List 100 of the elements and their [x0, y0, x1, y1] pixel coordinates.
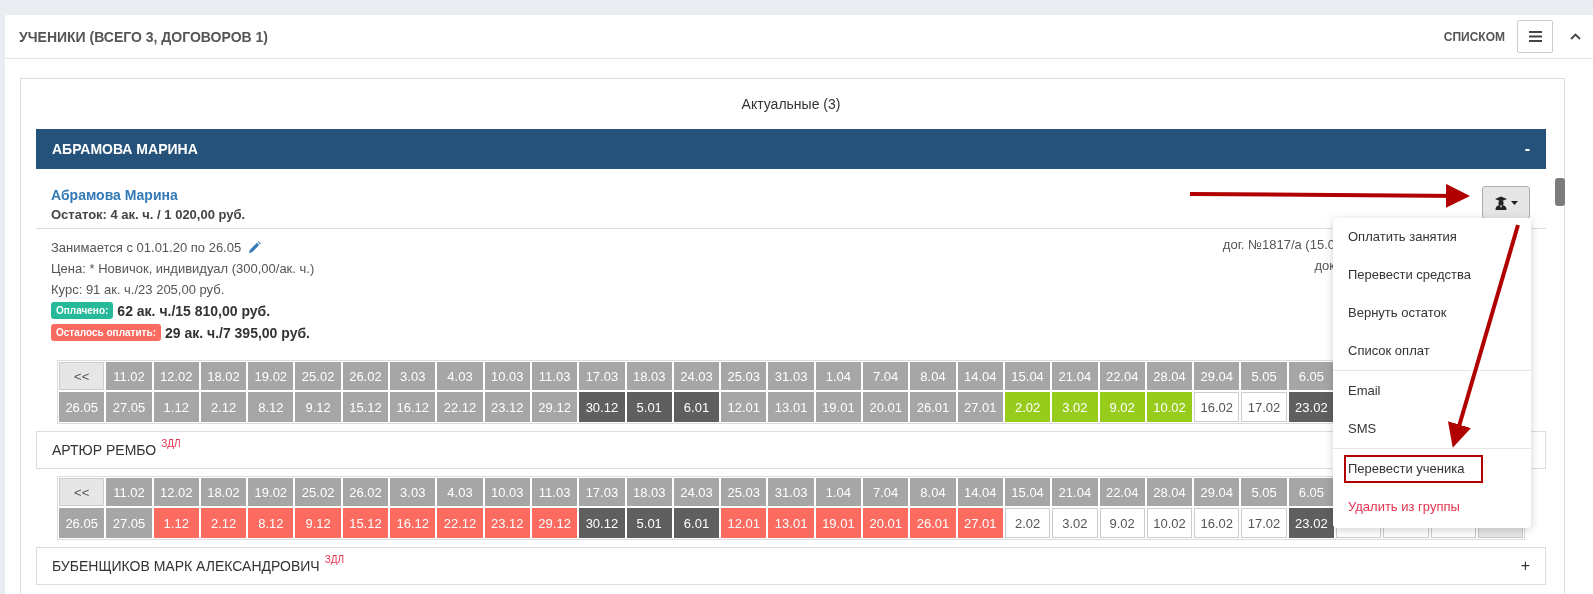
date-cell: 28.04: [1146, 478, 1193, 506]
date-cell: 12.02: [153, 478, 199, 506]
date-cell: 21.04: [1052, 362, 1098, 390]
payment-amount: 62 ак. ч./15 810,00 руб.: [117, 302, 271, 319]
date-cell: 18.03: [626, 362, 672, 390]
date-cell: 3.02: [1052, 392, 1098, 422]
date-cell: 31.03: [768, 478, 814, 506]
date-cell: 29.12: [531, 508, 578, 538]
date-cell: 20.01: [863, 392, 909, 422]
detail-text: Занимается с 01.01.20 по 26.05: [51, 240, 242, 255]
date-cell: 3.02: [1052, 508, 1098, 538]
date-cell: 7.04: [863, 362, 909, 390]
date-cell: 5.01: [626, 508, 672, 538]
date-cell: 23.12: [484, 392, 530, 422]
date-cell: 27.05: [106, 392, 152, 422]
date-cell: 10.02: [1146, 392, 1193, 422]
date-cell: 17.02: [1241, 508, 1287, 538]
date-cell: 9.02: [1099, 392, 1145, 422]
date-cell: 21.04: [1052, 478, 1098, 506]
toggle-icon[interactable]: +: [1520, 557, 1530, 575]
date-cell: 4.03: [437, 478, 483, 506]
date-cell: 16.02: [1194, 392, 1240, 422]
view-mode-label: СПИСКОМ: [1443, 29, 1505, 44]
date-cell: 10.03: [484, 478, 530, 506]
date-cell: 27.01: [957, 392, 1003, 422]
date-cell: 31.03: [768, 362, 814, 390]
date-cell: 11.03: [531, 362, 578, 390]
date-cell: 23.02: [1288, 392, 1334, 422]
date-cell: 23.12: [484, 508, 530, 538]
date-cell: 19.02: [248, 362, 294, 390]
date-cell: 29.04: [1194, 478, 1240, 506]
student-link[interactable]: Абрамова Марина: [51, 187, 246, 203]
date-cell: 15.12: [342, 392, 389, 422]
date-cell: 11.03: [531, 478, 578, 506]
date-cell: 6.05: [1288, 478, 1334, 506]
menu-item[interactable]: Список оплат: [1333, 332, 1531, 370]
detail-text: Цена: * Новичок, индивидуал (300,00/ак. ч.): [51, 261, 315, 276]
student-header[interactable]: БУБЕНЩИКОВ МАРК АЛЕКСАНДРОВИЧ ЗДЛ +: [36, 547, 1546, 585]
date-cell: 28.04: [1146, 362, 1193, 390]
date-cell: 30.12: [579, 508, 625, 538]
date-cell: 14.04: [957, 362, 1003, 390]
balance-text: Остаток: 4 ак. ч. / 1 020,00 руб.: [51, 207, 246, 222]
date-cell: 22.12: [437, 508, 483, 538]
date-cell: 17.02: [1241, 392, 1287, 422]
nav-button[interactable]: <<: [59, 362, 105, 390]
date-cell: 6.05: [1288, 362, 1334, 390]
date-cell: 3.03: [390, 362, 436, 390]
student-name: АБРАМОВА МАРИНА: [52, 141, 198, 157]
date-cell: 2.12: [200, 508, 247, 538]
student-header[interactable]: АБРАМОВА МАРИНА -: [36, 129, 1546, 169]
date-cell: 9.02: [1099, 508, 1145, 538]
nav-button[interactable]: <<: [59, 478, 105, 506]
group-title: Актуальные (3): [740, 95, 842, 114]
date-cell: 24.03: [673, 478, 720, 506]
date-cell: 13.01: [768, 392, 814, 422]
date-cell: 3.03: [390, 478, 436, 506]
date-cell: 8.12: [248, 508, 294, 538]
date-cell: 25.02: [295, 478, 341, 506]
date-cell: 25.02: [295, 362, 341, 390]
menu-item[interactable]: Оплатить занятия: [1333, 218, 1531, 256]
date-cell: 23.02: [1288, 508, 1334, 538]
date-cell: 1.12: [153, 508, 199, 538]
date-cell: 18.02: [200, 362, 247, 390]
date-cell: 19.01: [815, 508, 862, 538]
menu-item[interactable]: Перевести средства: [1333, 256, 1531, 294]
date-cell: 9.12: [295, 508, 341, 538]
date-cell: 9.12: [295, 392, 341, 422]
date-cell: 22.04: [1099, 362, 1145, 390]
date-cell: 11.02: [106, 478, 152, 506]
menu-item[interactable]: Email: [1333, 372, 1531, 410]
date-cell: 25.03: [721, 362, 767, 390]
date-cell: 7.04: [863, 478, 909, 506]
date-cell: 27.01: [957, 508, 1003, 538]
status-badge: Осталось оплатить:: [51, 324, 161, 341]
date-cell: 5.01: [626, 392, 672, 422]
menu-item[interactable]: Удалить из группы: [1333, 488, 1531, 526]
date-cell: 1.04: [815, 478, 862, 506]
date-cell: 29.12: [531, 392, 578, 422]
date-cell: 12.01: [721, 392, 767, 422]
date-cell: 30.12: [579, 392, 625, 422]
date-cell: 12.01: [721, 508, 767, 538]
date-cell: 29.04: [1194, 362, 1240, 390]
payment-amount: 29 ак. ч./7 395,00 руб.: [164, 324, 310, 341]
status-badge: Оплачено:: [51, 302, 114, 319]
date-cell: 22.04: [1099, 478, 1145, 506]
date-cell: 16.12: [390, 508, 436, 538]
panel-title: УЧЕНИКИ (ВСЕГО 3, ДОГОВОРОВ 1): [19, 28, 269, 45]
toggle-icon[interactable]: -: [1524, 140, 1530, 158]
date-cell: 26.01: [910, 392, 956, 422]
date-cell: 12.02: [153, 362, 199, 390]
date-cell: 8.12: [248, 392, 294, 422]
date-cell: 26.05: [59, 508, 105, 538]
date-cell: 17.03: [579, 362, 625, 390]
student-name: АРТЮР РЕМБО: [52, 442, 157, 458]
date-cell: 10.03: [484, 362, 530, 390]
menu-item[interactable]: Вернуть остаток: [1333, 294, 1531, 332]
date-cell: 26.02: [342, 478, 389, 506]
date-cell: 5.05: [1241, 478, 1287, 506]
date-cell: 8.04: [910, 362, 956, 390]
date-cell: 6.01: [673, 508, 720, 538]
